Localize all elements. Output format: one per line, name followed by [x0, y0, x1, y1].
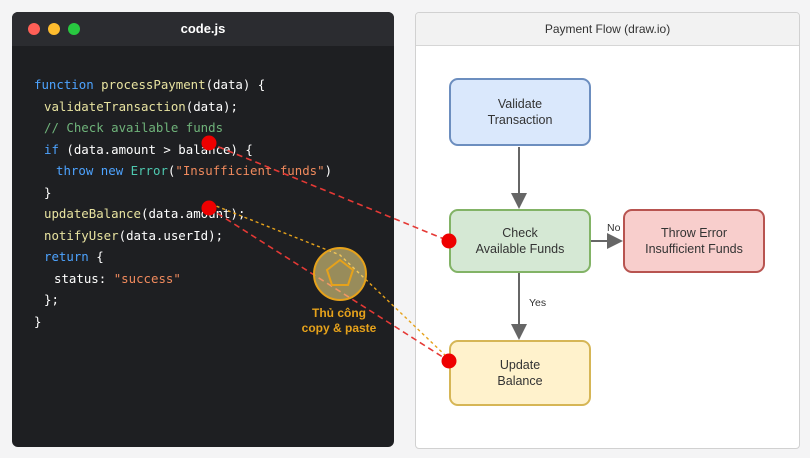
node-label-line: Check [502, 226, 538, 240]
code-token: "success" [113, 270, 181, 286]
code-line: }; [44, 289, 59, 309]
code-token: return [44, 249, 89, 264]
node-label-line: Update [499, 358, 541, 372]
manual-label-line2: copy & paste [301, 321, 377, 335]
node-label-line: Throw Error [661, 226, 727, 240]
code-token: status: [54, 270, 114, 286]
node-check-funds[interactable]: Check Available Funds [449, 209, 591, 273]
code-token: if [44, 141, 59, 157]
code-token: } [34, 313, 42, 329]
code-token: function [34, 77, 94, 92]
code-editor-window: code.js function processPayment(data) {v… [12, 12, 394, 447]
node-update-balance[interactable]: Update Balance [449, 340, 591, 406]
code-token: (data.amount); [140, 206, 246, 221]
code-line: if (data.amount > balance) { [44, 139, 253, 159]
code-line: function processPayment(data) { [34, 74, 265, 94]
code-line: notifyUser(data.userId); [44, 225, 223, 245]
edge-label-no: No [607, 222, 621, 234]
node-label-line: Validate [497, 97, 543, 111]
editor-titlebar: code.js [12, 12, 394, 46]
code-line: throw new Error("Insufficient funds") [56, 160, 332, 180]
node-label-line: Insufficient Funds [645, 242, 743, 256]
node-label-line: Available Funds [475, 242, 565, 256]
code-token: { [88, 249, 104, 264]
code-token: (data.amount > balance) { [58, 141, 253, 157]
code-token: processPayment [93, 77, 206, 92]
code-token: (data) { [205, 77, 266, 92]
diagram-title: Payment Flow (draw.io) [416, 13, 799, 46]
node-throw-error[interactable]: Throw Error Insufficient Funds [623, 209, 765, 273]
code-line: status: "success" [54, 268, 181, 288]
code-token: updateBalance [44, 206, 141, 221]
code-token: // Check available funds [44, 120, 224, 135]
code-token: } [44, 184, 52, 200]
code-token: ) [324, 163, 333, 178]
code-token: throw [56, 163, 94, 178]
node-validate-transaction[interactable]: Validate Transaction [449, 78, 591, 146]
code-line: validateTransaction(data); [44, 96, 238, 116]
code-line: // Check available funds [44, 117, 223, 137]
code-token: validateTransaction [44, 98, 186, 114]
code-token: "Insufficient funds" [175, 163, 325, 178]
editor-filename: code.js [180, 21, 226, 36]
code-token: (data.userId); [118, 227, 224, 243]
manual-copy-label: Thủ công copy & paste [289, 306, 389, 336]
code-line: } [44, 182, 51, 202]
code-token: new [93, 163, 124, 178]
code-token: notifyUser [44, 227, 119, 243]
code-line: updateBalance(data.amount); [44, 203, 245, 223]
node-label-line: Balance [497, 374, 543, 388]
code-token: (data); [185, 98, 238, 114]
code-token: Error [123, 163, 168, 178]
code-line: } [34, 311, 41, 331]
manual-label-line1: Thủ công [312, 306, 366, 320]
node-label-line: Transaction [487, 113, 553, 127]
code-line: return { [44, 246, 104, 266]
code-token: }; [44, 292, 59, 307]
edge-label-yes: Yes [529, 297, 547, 309]
diagram-panel: Payment Flow (draw.io) Validate Transact… [415, 12, 800, 449]
